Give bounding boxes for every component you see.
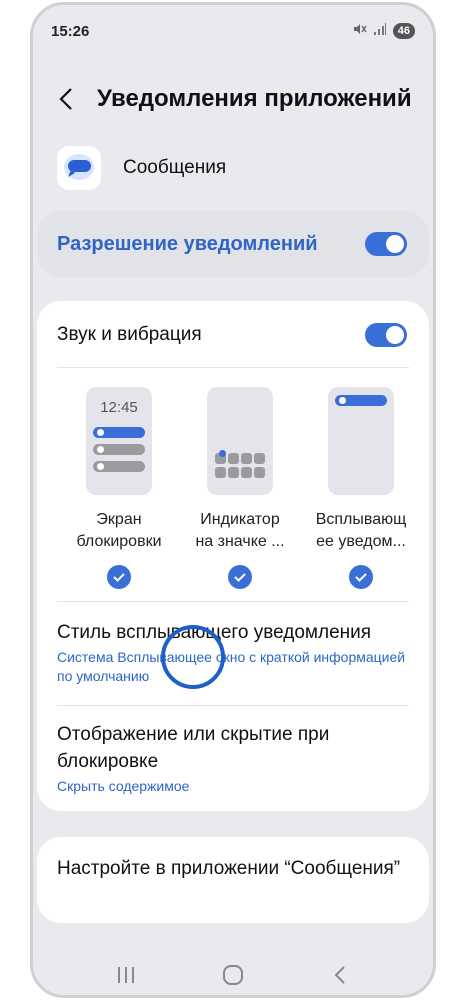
sound-vibration-label: Звук и вибрация (57, 324, 202, 345)
preview-label-line2: на значке ... (195, 533, 285, 550)
preview-label-line2: ее уведом... (316, 533, 406, 550)
preview-label-line1: Всплывающ (315, 511, 407, 528)
navigation-bar (33, 955, 433, 995)
back-arrow-icon[interactable] (53, 86, 79, 112)
phone-frame: 15:26 46 Уведомления приложений Сообщени… (30, 2, 436, 998)
preview-label-line1: Индикатор (200, 511, 280, 528)
preview-popup[interactable]: Всплывающ ее уведом... (301, 387, 421, 589)
notification-types: 12:45 Экран блокировки Индикатор на знач… (37, 387, 429, 589)
status-time: 15:26 (51, 22, 90, 40)
lock-display-value: Скрыть содержимое (57, 778, 190, 794)
divider (57, 705, 409, 706)
header: Уведомления приложений (53, 79, 412, 119)
popup-style-title: Стиль всплывающего уведомления (57, 622, 372, 643)
in-app-settings-label: Настройте в приложении “Сообщения” (57, 858, 401, 879)
in-app-settings-row[interactable]: Настройте в приложении “Сообщения” (37, 837, 429, 923)
check-icon[interactable] (349, 565, 373, 589)
popup-style-value: Система Всплывающее окно с краткой инфор… (57, 649, 406, 684)
status-bar: 15:26 46 (51, 19, 415, 43)
page-title: Уведомления приложений (97, 85, 412, 112)
preview-lock-screen[interactable]: 12:45 Экран блокировки (59, 387, 179, 589)
badge-illustration (207, 387, 273, 495)
permission-label: Разрешение уведомлений (57, 232, 318, 255)
divider (57, 367, 409, 368)
app-info: Сообщения (57, 145, 226, 191)
back-icon[interactable] (325, 960, 355, 990)
check-icon[interactable] (228, 565, 252, 589)
divider (57, 601, 409, 602)
preview-label-line2: блокировки (76, 533, 162, 550)
lock-screen-illustration: 12:45 (86, 387, 152, 495)
app-name: Сообщения (123, 157, 227, 178)
popup-style-row[interactable]: Стиль всплывающего уведомления Система В… (57, 619, 409, 686)
settings-card: Звук и вибрация 12:45 Экран блокировки И… (37, 301, 429, 811)
permission-toggle[interactable] (365, 232, 407, 256)
permission-row[interactable]: Разрешение уведомлений (37, 211, 429, 277)
sound-vibration-toggle[interactable] (365, 323, 407, 347)
check-icon[interactable] (107, 565, 131, 589)
signal-icon (373, 22, 387, 40)
preview-badge[interactable]: Индикатор на значке ... (180, 387, 300, 589)
preview-label-line1: Экран (96, 511, 142, 528)
messages-app-icon (57, 146, 101, 190)
battery-icon: 46 (392, 23, 415, 39)
lock-display-row[interactable]: Отображение или скрытие при блокировке С… (57, 721, 409, 796)
lock-display-title: Отображение или скрытие при блокировке (57, 724, 330, 772)
sound-vibration-row[interactable]: Звук и вибрация (57, 315, 407, 355)
tap-indicator (161, 625, 225, 689)
home-icon[interactable] (218, 960, 248, 990)
recent-apps-icon[interactable] (111, 960, 141, 990)
mute-icon (351, 21, 367, 41)
popup-illustration (328, 387, 394, 495)
